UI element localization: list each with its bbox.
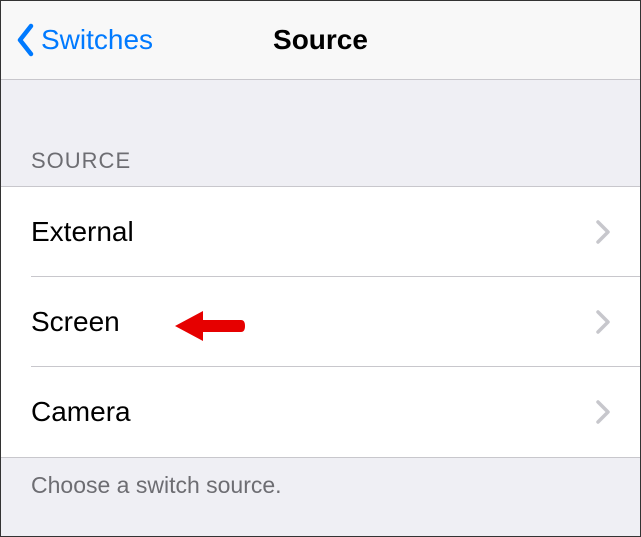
list-item-external[interactable]: External — [1, 187, 640, 277]
list-item-camera[interactable]: Camera — [1, 367, 640, 457]
chevron-right-icon — [596, 310, 610, 334]
list-item-label: External — [31, 216, 134, 248]
section-footer: Choose a switch source. — [1, 458, 640, 513]
navbar: Switches Source — [1, 1, 640, 80]
chevron-left-icon — [15, 23, 35, 57]
list-item-label: Camera — [31, 396, 131, 428]
page-title: Source — [273, 24, 368, 56]
list-item-screen[interactable]: Screen — [1, 277, 640, 367]
back-label: Switches — [41, 24, 153, 56]
section-header: SOURCE — [1, 80, 640, 186]
back-button[interactable]: Switches — [1, 1, 153, 79]
chevron-right-icon — [596, 400, 610, 424]
source-list: External Screen Camera — [1, 186, 640, 458]
chevron-right-icon — [596, 220, 610, 244]
list-item-label: Screen — [31, 306, 120, 338]
